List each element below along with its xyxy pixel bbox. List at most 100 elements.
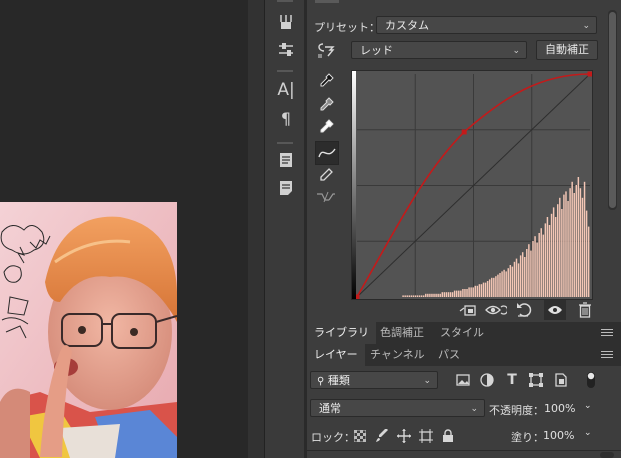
histogram-bar [561, 209, 563, 297]
blend-mode-value: 通常 [319, 402, 341, 415]
histogram-bar [420, 295, 423, 297]
panel-menu-icon[interactable] [601, 351, 613, 359]
lock-artboard-icon[interactable] [418, 428, 434, 444]
histogram-bar [470, 287, 472, 297]
histogram-bar [581, 197, 584, 297]
blend-mode-dropdown[interactable]: 通常 ⌄ [310, 399, 485, 417]
pencil-icon[interactable] [315, 164, 337, 186]
histogram-bar [511, 266, 514, 297]
histogram-bar [416, 295, 419, 297]
histogram-bar [524, 257, 526, 297]
curves-graph-svg[interactable] [352, 71, 593, 300]
search-icon: ⚲ [317, 376, 325, 387]
tab-styles[interactable]: スタイル [433, 322, 491, 344]
shape-filter-icon[interactable] [528, 372, 544, 388]
adjustment-filter-icon[interactable] [479, 372, 495, 388]
fill-value[interactable]: 100% [543, 429, 574, 442]
filter-toggle-icon[interactable] [583, 372, 599, 388]
histogram-bar [507, 268, 509, 297]
reset-icon[interactable] [513, 300, 535, 320]
histogram-bar [472, 287, 474, 297]
lock-all-icon[interactable] [440, 428, 456, 444]
white-point-eyedropper-icon[interactable] [315, 116, 337, 138]
view-previous-state-icon[interactable] [485, 300, 507, 320]
histogram-bar [431, 293, 433, 297]
histogram-bar [488, 279, 491, 297]
channel-value: レッド [360, 44, 393, 57]
sliders-icon[interactable] [276, 40, 296, 60]
histogram-bar [439, 293, 441, 297]
histogram-bar [548, 225, 551, 297]
panel-menu-icon[interactable] [601, 329, 613, 337]
histogram-bar [408, 295, 411, 297]
histogram-bar [544, 223, 547, 297]
histogram-bar [573, 193, 575, 297]
paragraph-icon[interactable]: ¶ [276, 108, 296, 128]
info-icon[interactable] [276, 178, 296, 198]
histogram-bar [587, 226, 590, 297]
opacity-value[interactable]: 100% [544, 402, 575, 415]
document-image[interactable] [0, 202, 177, 458]
histogram-bar [435, 293, 437, 297]
brush-options-icon[interactable] [276, 12, 296, 32]
histogram-bar [422, 295, 425, 297]
gray-point-eyedropper-icon[interactable] [315, 94, 337, 116]
histogram-bar [491, 277, 493, 297]
histogram-bar [515, 258, 518, 297]
channel-dropdown[interactable]: レッド ⌄ [351, 41, 527, 59]
photo-illustration [0, 202, 177, 458]
lock-position-icon[interactable] [396, 428, 412, 444]
curve-edit-icon[interactable] [315, 141, 339, 165]
curve-control-point[interactable] [461, 129, 467, 135]
trash-icon[interactable] [574, 300, 596, 320]
histogram-bar [449, 292, 452, 297]
clip-to-layer-icon[interactable] [457, 300, 479, 320]
tab-paths[interactable]: パス [431, 344, 467, 366]
histogram-bar [478, 284, 481, 297]
histogram-bar [493, 277, 495, 297]
histogram-bar [503, 269, 505, 297]
opacity-label: 不透明度： [489, 404, 544, 417]
preset-dropdown[interactable]: カスタム ⌄ [376, 16, 597, 34]
character-icon[interactable]: A| [276, 80, 296, 100]
smooth-icon[interactable] [315, 186, 337, 208]
curves-graph[interactable] [351, 70, 593, 300]
library-panel-tabs: ライブラリ 色調補正 スタイル [307, 322, 621, 345]
auto-adjust-button[interactable]: 自動補正 [536, 40, 598, 60]
tab-layers[interactable]: レイヤー [307, 344, 365, 366]
histogram-bar [453, 290, 456, 297]
layers-scroll-thumb[interactable] [600, 452, 614, 458]
tab-adjustments[interactable]: 色調補正 [373, 322, 431, 344]
visibility-icon[interactable] [544, 300, 566, 320]
chevron-down-icon: ⌄ [423, 376, 431, 386]
filter-kind-value: 種類 [327, 374, 350, 387]
lock-pixels-icon[interactable] [352, 428, 368, 444]
histogram-bar [445, 292, 448, 297]
histogram-bar [538, 233, 540, 297]
fill-label: 塗り： [511, 431, 544, 444]
layers-panel-tabs: レイヤー チャンネル パス [307, 344, 621, 367]
histogram-bar [443, 292, 446, 297]
properties-scroll-thumb[interactable] [609, 12, 616, 208]
histogram-bar [530, 250, 532, 297]
tab-channels[interactable]: チャンネル [363, 344, 432, 366]
histogram-bar [484, 282, 487, 297]
histogram-bar [404, 295, 406, 297]
preset-label: プリセット： [314, 21, 380, 34]
histogram-bar [550, 213, 553, 297]
notes-icon[interactable] [276, 150, 296, 170]
chevron-down-icon[interactable]: ⌄ [584, 401, 592, 411]
preset-value: カスタム [385, 19, 429, 32]
lock-brush-icon[interactable] [374, 428, 390, 444]
black-point-eyedropper-icon[interactable] [315, 70, 337, 92]
image-filter-icon[interactable] [455, 372, 471, 388]
layer-filter-dropdown[interactable]: ⚲ 種類 ⌄ [310, 371, 438, 389]
histogram-bar [569, 188, 571, 297]
type-filter-icon[interactable]: T [504, 372, 520, 388]
chevron-down-icon[interactable]: ⌄ [584, 428, 592, 438]
tab-libraries[interactable]: ライブラリ [307, 322, 376, 344]
target-adjust-icon[interactable] [315, 40, 337, 62]
histogram-bar [546, 217, 549, 297]
smart-object-filter-icon[interactable] [553, 372, 569, 388]
curve-control-point[interactable] [587, 71, 593, 77]
